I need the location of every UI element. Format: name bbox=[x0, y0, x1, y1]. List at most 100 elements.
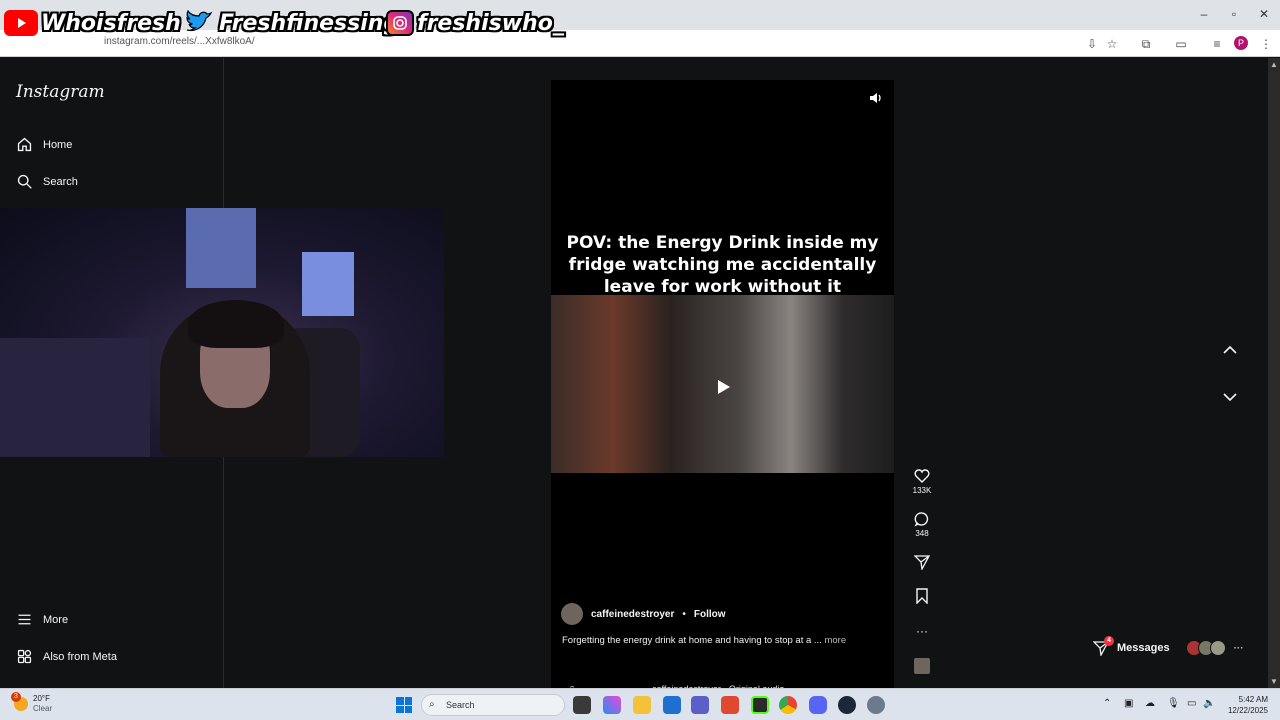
task-view-icon[interactable] bbox=[573, 696, 591, 714]
clock[interactable]: 5:42 AM 12/22/2025 bbox=[1222, 694, 1268, 716]
more-options-icon[interactable]: ··· bbox=[910, 624, 934, 638]
youtube-overlay: Whoisfresh bbox=[4, 10, 181, 36]
settings-gear-icon[interactable] bbox=[867, 696, 885, 714]
messages-label: Messages bbox=[1117, 642, 1170, 654]
meta-apps-icon bbox=[17, 649, 32, 664]
more-link[interactable]: more bbox=[824, 635, 846, 646]
send-icon bbox=[914, 555, 930, 570]
chevron-up-icon[interactable] bbox=[1222, 342, 1238, 358]
scroll-down-icon[interactable]: ▼ bbox=[1270, 677, 1278, 686]
instagram-overlay: freshiswho_ bbox=[386, 10, 564, 36]
tray-app-icon[interactable]: ▣ bbox=[1124, 698, 1133, 709]
sidebar-item-label: More bbox=[43, 613, 69, 626]
like-button[interactable]: 133K bbox=[910, 468, 934, 495]
like-count: 133K bbox=[912, 486, 932, 495]
copilot-icon[interactable] bbox=[603, 696, 621, 714]
comment-icon bbox=[914, 512, 929, 527]
reel-description-text: Forgetting the energy drink at home and … bbox=[562, 635, 822, 646]
sidebar-item-home[interactable]: Home bbox=[16, 136, 72, 153]
install-app-icon[interactable]: ⇩ bbox=[1084, 36, 1100, 52]
comment-button[interactable]: 348 bbox=[910, 511, 934, 538]
sidebar-item-more[interactable]: More bbox=[16, 611, 68, 628]
clock-time: 5:42 AM bbox=[1238, 695, 1268, 704]
share-button[interactable] bbox=[910, 554, 934, 572]
weather-widget[interactable]: 3 20°F Clear bbox=[11, 692, 53, 714]
profile-avatar[interactable]: P bbox=[1234, 36, 1248, 50]
heart-icon bbox=[914, 469, 930, 483]
youtube-logo-icon bbox=[4, 10, 38, 36]
play-icon[interactable] bbox=[713, 377, 733, 397]
chevron-down-icon[interactable] bbox=[1222, 389, 1238, 405]
chevron-up-icon[interactable]: ⌃ bbox=[1103, 698, 1111, 709]
weather-condition: Clear bbox=[33, 704, 53, 713]
follow-button[interactable]: Follow bbox=[694, 609, 726, 620]
shelf-image bbox=[0, 338, 150, 457]
bookmark-icon bbox=[916, 588, 928, 604]
chrome-icon[interactable] bbox=[779, 696, 797, 714]
twitter-bird-icon bbox=[182, 10, 216, 36]
youtube-handle: Whoisfresh bbox=[41, 10, 181, 36]
sidebar-item-also-from-meta[interactable]: Also from Meta bbox=[16, 648, 117, 665]
volume-icon[interactable] bbox=[868, 90, 884, 106]
teams-icon[interactable] bbox=[691, 696, 709, 714]
author-avatar[interactable] bbox=[561, 603, 583, 625]
streamer-hair bbox=[188, 300, 284, 348]
kebab-menu-icon[interactable]: ⋮ bbox=[1258, 36, 1274, 52]
speaker-icon[interactable]: 🔈 bbox=[1203, 698, 1215, 709]
reel-author: caffeinedestroyer • Follow bbox=[561, 603, 726, 625]
media-controls-icon[interactable]: ≡ bbox=[1209, 36, 1225, 52]
page-scrollbar[interactable]: ▲ ▼ bbox=[1268, 58, 1280, 688]
maximize-icon[interactable]: ▫ bbox=[1224, 6, 1244, 22]
message-avatars bbox=[1185, 640, 1226, 656]
file-explorer-icon[interactable] bbox=[633, 696, 651, 714]
instagram-logo[interactable]: Instagram bbox=[16, 82, 105, 102]
twitter-handle: Freshfinessing bbox=[219, 10, 400, 36]
reel-description: Forgetting the energy drink at home and … bbox=[562, 635, 846, 646]
sidebar-item-label: Also from Meta bbox=[43, 650, 117, 663]
close-icon[interactable]: ✕ bbox=[1254, 6, 1274, 22]
messages-button[interactable]: 4 Messages ··· bbox=[1093, 636, 1244, 656]
weather-temp: 20°F bbox=[33, 694, 50, 703]
onedrive-icon[interactable]: ☁ bbox=[1145, 698, 1155, 709]
display-icon[interactable]: ▭ bbox=[1187, 698, 1196, 709]
sidebar-item-search[interactable]: Search bbox=[16, 173, 78, 190]
clock-date: 12/22/2025 bbox=[1227, 706, 1268, 715]
twitter-overlay: Freshfinessing bbox=[182, 10, 399, 36]
poster-image bbox=[302, 252, 354, 316]
poster-image bbox=[186, 208, 256, 288]
store-icon[interactable] bbox=[663, 696, 681, 714]
search-icon bbox=[17, 174, 32, 189]
home-icon bbox=[17, 137, 32, 152]
extensions-icon[interactable]: ⧉ bbox=[1138, 36, 1154, 52]
weather-sun-icon: 3 bbox=[11, 692, 28, 711]
sidebar-item-label: Home bbox=[43, 138, 73, 151]
brave-icon[interactable] bbox=[721, 696, 739, 714]
windows-start-icon[interactable] bbox=[396, 697, 412, 713]
weather-badge: 3 bbox=[11, 692, 21, 702]
taskbar-search[interactable]: ⌕ Search bbox=[421, 694, 565, 716]
more-icon[interactable]: ··· bbox=[1234, 643, 1244, 654]
taskbar-search-label: Search bbox=[446, 700, 475, 710]
save-button[interactable] bbox=[910, 588, 934, 606]
reel-video-player[interactable]: POV: the Energy Drink inside my fridge w… bbox=[551, 80, 894, 694]
audio-thumbnail[interactable] bbox=[910, 658, 934, 674]
discord-icon[interactable] bbox=[809, 696, 827, 714]
microphone-icon[interactable]: 🎙 bbox=[1167, 698, 1180, 709]
separator-dot: • bbox=[682, 608, 686, 620]
windows-taskbar: 3 20°F Clear ⌕ Search ⌃ ▣ ☁ 🎙 ▭ 🔈 5:42 A… bbox=[0, 688, 1280, 720]
audio-cover-icon bbox=[914, 658, 930, 674]
split-view-icon[interactable]: ▭ bbox=[1173, 36, 1189, 52]
kick-icon[interactable] bbox=[751, 696, 769, 714]
messages-badge: 4 bbox=[1104, 636, 1114, 646]
webcam-overlay bbox=[0, 208, 444, 457]
author-username[interactable]: caffeinedestroyer bbox=[591, 609, 674, 620]
bookmark-star-icon[interactable]: ☆ bbox=[1104, 36, 1120, 52]
instagram-handle: freshiswho_ bbox=[417, 10, 564, 36]
comment-count: 348 bbox=[915, 529, 929, 538]
sidebar-item-label: Search bbox=[43, 175, 78, 188]
url-text[interactable]: instagram.com/reels/...Xxfw8lkoA/ bbox=[104, 36, 255, 47]
steam-icon[interactable] bbox=[838, 696, 856, 714]
scroll-up-icon[interactable]: ▲ bbox=[1270, 60, 1278, 69]
reel-overlay-caption: POV: the Energy Drink inside my fridge w… bbox=[566, 233, 879, 297]
minimize-icon[interactable]: – bbox=[1194, 6, 1214, 22]
